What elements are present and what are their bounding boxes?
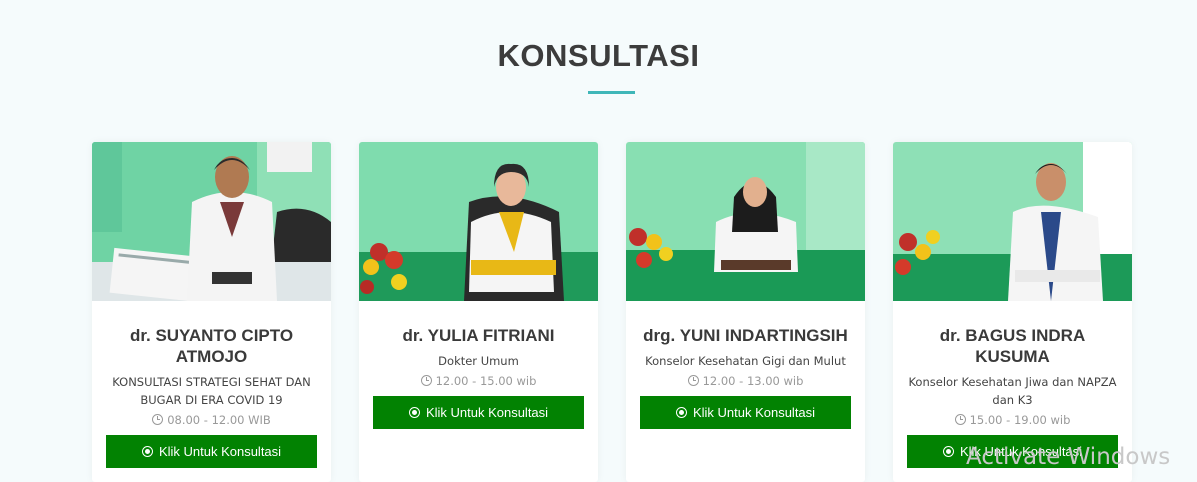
doctor-name: dr. SUYANTO CIPTO ATMOJO — [129, 326, 294, 366]
consult-button[interactable]: Klik Untuk Konsultasi — [640, 396, 851, 429]
doctor-photo — [893, 142, 1132, 301]
doctor-card: dr. YULIA FITRIANI Dokter Umum 12.00 - 1… — [359, 142, 598, 482]
whatsapp-icon — [675, 407, 687, 418]
consult-time: 12.00 - 15.00 wib — [359, 373, 598, 390]
doctor-card: dr. BAGUS INDRA KUSUMA Konselor Kesehata… — [893, 142, 1132, 482]
doctor-photo — [626, 142, 865, 301]
consult-button-label: Klik Untuk Konsultasi — [425, 405, 549, 420]
doctor-specialty: Dokter Umum — [438, 354, 519, 368]
consult-time-text: 12.00 - 15.00 wib — [435, 374, 537, 388]
clock-icon — [954, 414, 966, 425]
consult-time: 08.00 - 12.00 WIB — [92, 412, 331, 429]
consult-time: 12.00 - 13.00 wib — [626, 373, 865, 390]
doctor-photo — [92, 142, 331, 301]
title-underline — [588, 91, 635, 94]
activate-windows-watermark: Activate Windows — [966, 444, 1171, 470]
consult-time-text: 12.00 - 13.00 wib — [702, 374, 804, 388]
consult-button[interactable]: Klik Untuk Konsultasi — [373, 396, 584, 429]
whatsapp-icon — [141, 446, 153, 457]
consult-time: 15.00 - 19.00 wib — [893, 412, 1132, 429]
doctor-name: drg. YUNI INDARTINGSIH — [643, 326, 848, 345]
doctor-name: dr. BAGUS INDRA KUSUMA — [939, 326, 1086, 366]
clock-icon — [687, 375, 699, 386]
whatsapp-icon — [942, 446, 954, 457]
doctor-specialty: KONSULTASI STRATEGI SEHAT DAN BUGAR DI E… — [112, 375, 311, 407]
doctor-specialty: Konselor Kesehatan Gigi dan Mulut — [645, 354, 846, 368]
whatsapp-icon — [408, 407, 420, 418]
section-title: KONSULTASI — [497, 38, 700, 73]
doctor-card: drg. YUNI INDARTINGSIH Konselor Kesehata… — [626, 142, 865, 482]
doctor-card: dr. SUYANTO CIPTO ATMOJO KONSULTASI STRA… — [92, 142, 331, 482]
doctor-specialty: Konselor Kesehatan Jiwa dan NAPZA dan K3 — [908, 375, 1117, 407]
consult-button-label: Klik Untuk Konsultasi — [158, 444, 282, 459]
consult-button[interactable]: Klik Untuk Konsultasi — [106, 435, 317, 468]
consult-time-text: 08.00 - 12.00 WIB — [167, 413, 271, 427]
doctor-name: dr. YULIA FITRIANI — [402, 326, 555, 345]
clock-icon — [420, 375, 432, 386]
consult-time-text: 15.00 - 19.00 wib — [969, 413, 1071, 427]
consult-button-label: Klik Untuk Konsultasi — [692, 405, 816, 420]
clock-icon — [152, 414, 164, 425]
doctor-photo — [359, 142, 598, 301]
